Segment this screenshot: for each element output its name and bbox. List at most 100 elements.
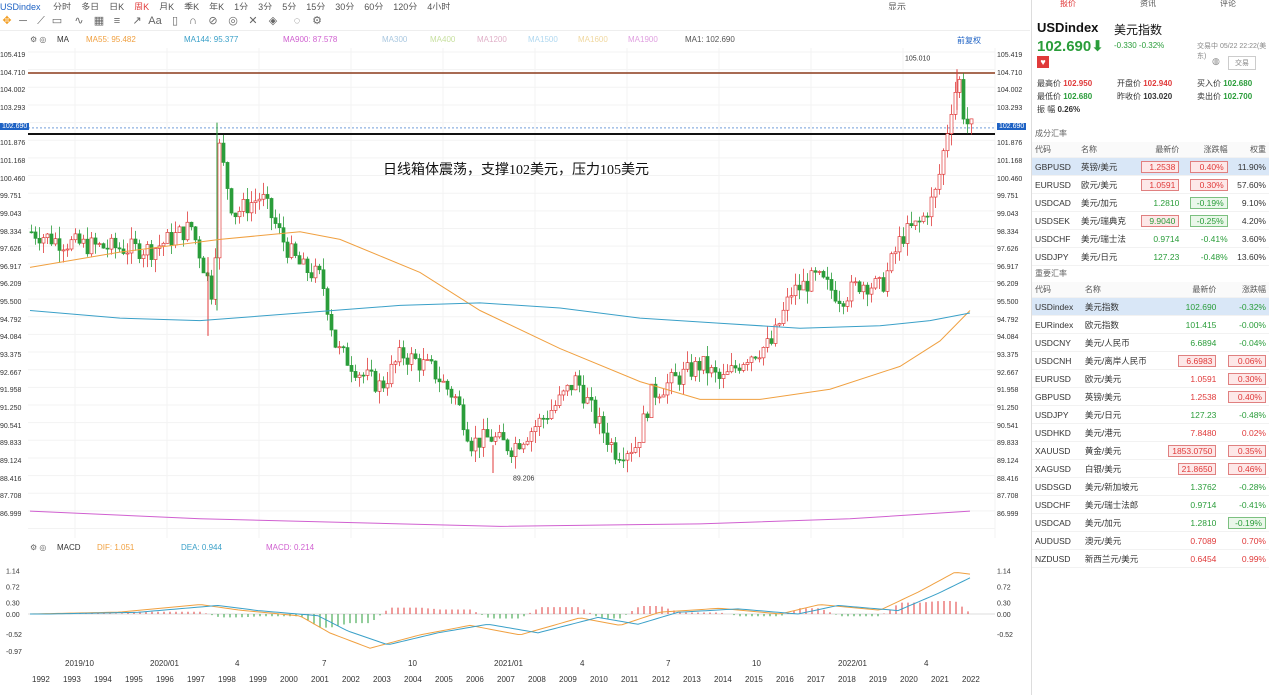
year-label[interactable]: 2018 bbox=[838, 675, 856, 684]
display-toggle[interactable]: 显示 bbox=[888, 0, 906, 10]
table-row[interactable]: USDJPY 美元/日元 127.23 -0.48% bbox=[1032, 405, 1269, 424]
year-label[interactable]: 2001 bbox=[311, 675, 329, 684]
settings-icon[interactable]: ⚙ bbox=[310, 14, 324, 28]
year-label[interactable]: 2016 bbox=[776, 675, 794, 684]
table-row[interactable]: XAUUSD 黄金/美元 1853.0750 0.35% bbox=[1032, 441, 1269, 460]
period-tab[interactable]: 4小时 bbox=[427, 0, 450, 10]
hide-icon[interactable]: ◌ bbox=[290, 14, 304, 28]
favorite-heart-icon[interactable]: ♥ bbox=[1037, 56, 1049, 68]
period-tab[interactable]: 分时 bbox=[53, 0, 71, 10]
period-tab[interactable]: 年K bbox=[209, 0, 224, 10]
arrow-tool-icon[interactable]: ↗ bbox=[130, 14, 144, 28]
column-header[interactable]: 最新价 bbox=[1158, 282, 1220, 298]
period-tab[interactable]: 30分 bbox=[335, 0, 354, 10]
text-tool-icon[interactable]: Aa bbox=[148, 14, 162, 28]
table-row[interactable]: USDindex 美元指数 102.690 -0.32% bbox=[1032, 297, 1269, 316]
column-header[interactable]: 涨跌幅 bbox=[1219, 282, 1269, 298]
year-label[interactable]: 2013 bbox=[683, 675, 701, 684]
column-header[interactable]: 代码 bbox=[1032, 142, 1079, 158]
year-label[interactable]: 2012 bbox=[652, 675, 670, 684]
period-tab[interactable]: 15分 bbox=[306, 0, 325, 10]
table-row[interactable]: EURUSD 欧元/美元 1.0591 0.30% bbox=[1032, 369, 1269, 388]
year-label[interactable]: 2022 bbox=[962, 675, 980, 684]
period-tab[interactable]: 日K bbox=[109, 0, 124, 10]
symbol-label[interactable]: USDindex bbox=[0, 2, 41, 10]
year-label[interactable]: 2006 bbox=[466, 675, 484, 684]
ma-label[interactable]: MA bbox=[57, 35, 69, 44]
ruler-tool-icon[interactable]: ▯ bbox=[168, 14, 182, 28]
ray-tool-icon[interactable]: ⟋ bbox=[34, 14, 48, 28]
year-label[interactable]: 2009 bbox=[559, 675, 577, 684]
fib-tool-icon[interactable]: ≡ bbox=[110, 14, 124, 28]
year-label[interactable]: 1996 bbox=[156, 675, 174, 684]
period-tab[interactable]: 季K bbox=[184, 0, 199, 10]
grid-tool-icon[interactable]: ▦ bbox=[92, 14, 106, 28]
year-label[interactable]: 2004 bbox=[404, 675, 422, 684]
legend-settings-icon[interactable]: ⚙ ◎ bbox=[30, 35, 46, 44]
table-row[interactable]: EURindex 欧元指数 101.415 -0.00% bbox=[1032, 315, 1269, 334]
macd-chart[interactable]: 1.14 0.72 0.30 0.00 -0.52 -0.97 1.14 0.72 0.30 0.… bbox=[0, 556, 1030, 658]
year-label[interactable]: 1993 bbox=[63, 675, 81, 684]
table-row[interactable]: AUDUSD 澳元/美元 0.7089 0.70% bbox=[1032, 531, 1269, 550]
year-label[interactable]: 2019 bbox=[869, 675, 887, 684]
table-row[interactable]: XAGUSD 白银/美元 21.8650 0.46% bbox=[1032, 459, 1269, 478]
period-tab[interactable]: 周K bbox=[134, 0, 149, 10]
year-label[interactable]: 2021 bbox=[931, 675, 949, 684]
table-row[interactable]: NZDUSD 新西兰元/美元 0.6454 0.99% bbox=[1032, 549, 1269, 568]
table-row[interactable]: USDCNH 美元/离岸人民币 6.6983 0.06% bbox=[1032, 351, 1269, 370]
tab-quote[interactable]: 报价 bbox=[1060, 0, 1076, 9]
year-label[interactable]: 1998 bbox=[218, 675, 236, 684]
delete-icon[interactable]: ✕ bbox=[246, 14, 260, 28]
table-row[interactable]: USDJPY 美元/日元 127.23 -0.48% 13.60% bbox=[1032, 247, 1269, 266]
crosshair-icon[interactable]: ✥ bbox=[0, 14, 14, 28]
adjust-toggle[interactable]: 前复权 bbox=[957, 35, 981, 46]
table-row[interactable]: GBPUSD 英镑/美元 1.2538 0.40% bbox=[1032, 387, 1269, 406]
period-tab[interactable]: 5分 bbox=[282, 0, 296, 10]
table-row[interactable]: USDCAD 美元/加元 1.2810 -0.19% 9.10% bbox=[1032, 193, 1269, 212]
eye-icon[interactable]: ◎ bbox=[226, 14, 240, 28]
table-row[interactable]: USDCNY 美元/人民币 6.6894 -0.04% bbox=[1032, 333, 1269, 352]
magnet-icon[interactable]: ∩ bbox=[186, 14, 200, 28]
table-row[interactable]: USDCHF 美元/瑞士法郎 0.9714 -0.41% bbox=[1032, 495, 1269, 514]
period-tab[interactable]: 多日 bbox=[81, 0, 99, 10]
column-header[interactable]: 最新价 bbox=[1133, 142, 1183, 158]
tab-news[interactable]: 资讯 bbox=[1140, 0, 1156, 9]
trade-button[interactable]: 交易 bbox=[1228, 56, 1256, 70]
year-label[interactable]: 2014 bbox=[714, 675, 732, 684]
period-tab[interactable]: 60分 bbox=[364, 0, 383, 10]
year-label[interactable]: 2010 bbox=[590, 675, 608, 684]
year-label[interactable]: 2017 bbox=[807, 675, 825, 684]
year-label[interactable]: 1995 bbox=[125, 675, 143, 684]
table-row[interactable]: USDSGD 美元/新加坡元 1.3762 -0.28% bbox=[1032, 477, 1269, 496]
macd-svg[interactable]: 1.14 0.72 0.30 0.00 -0.52 -0.97 1.14 0.72 0.30 0.… bbox=[0, 556, 1030, 658]
year-label[interactable]: 2003 bbox=[373, 675, 391, 684]
channel-tool-icon[interactable]: ▭ bbox=[50, 14, 64, 28]
lock-icon[interactable]: ⊘ bbox=[206, 14, 220, 28]
year-label[interactable]: 1994 bbox=[94, 675, 112, 684]
polyline-tool-icon[interactable]: ∿ bbox=[72, 14, 86, 28]
table-row[interactable]: USDCAD 美元/加元 1.2810 -0.19% bbox=[1032, 513, 1269, 532]
column-header[interactable]: 名称 bbox=[1081, 282, 1159, 298]
table-row[interactable]: USDCHF 美元/瑞士法 0.9714 -0.41% 3.60% bbox=[1032, 229, 1269, 248]
year-label[interactable]: 1992 bbox=[32, 675, 50, 684]
x-axis-years[interactable]: 1992 1993 1994 1995 1996 1997 1998 1999 2000 2001… bbox=[0, 675, 1030, 685]
kline-chart[interactable]: 105.010 89.206 105.419 104.710 104.002 103.2… bbox=[0, 48, 1030, 538]
kline-svg[interactable]: 105.010 89.206 bbox=[0, 48, 1030, 538]
layers-icon[interactable]: ◈ bbox=[266, 14, 280, 28]
tab-comments[interactable]: 评论 bbox=[1220, 0, 1236, 9]
period-tab[interactable]: 120分 bbox=[393, 0, 417, 10]
table-row[interactable]: USDSEK 美元/瑞典克 9.9040 -0.25% 4.20% bbox=[1032, 211, 1269, 230]
year-label[interactable]: 2008 bbox=[528, 675, 546, 684]
line-tool-icon[interactable]: ─ bbox=[16, 14, 30, 28]
column-header[interactable]: 涨跌幅 bbox=[1182, 142, 1231, 158]
table-row[interactable]: USDHKD 美元/港元 7.8480 0.02% bbox=[1032, 423, 1269, 442]
year-label[interactable]: 2002 bbox=[342, 675, 360, 684]
year-label[interactable]: 2015 bbox=[745, 675, 763, 684]
year-label[interactable]: 2000 bbox=[280, 675, 298, 684]
macd-label[interactable]: MACD bbox=[57, 543, 81, 552]
column-header[interactable]: 名称 bbox=[1078, 142, 1134, 158]
column-header[interactable]: 代码 bbox=[1032, 282, 1082, 298]
table-row[interactable]: EURUSD 欧元/美元 1.0591 0.30% 57.60% bbox=[1032, 175, 1269, 194]
period-tab[interactable]: 1分 bbox=[234, 0, 248, 10]
macd-settings-icon[interactable]: ⚙ ◎ bbox=[30, 543, 46, 552]
